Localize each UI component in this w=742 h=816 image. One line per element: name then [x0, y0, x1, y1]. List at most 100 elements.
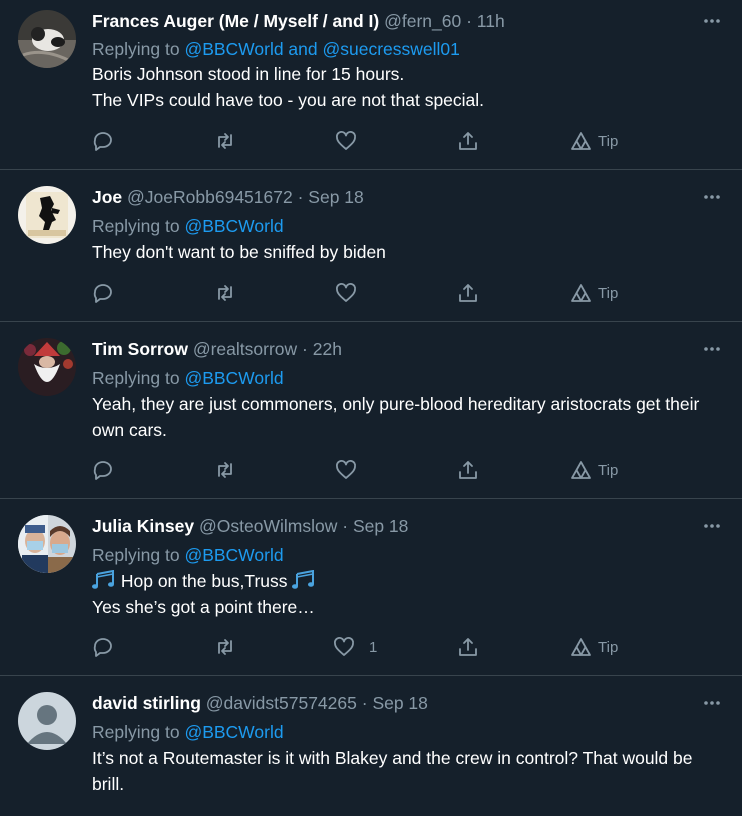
avatar-image: [18, 515, 76, 573]
avatar[interactable]: [18, 338, 76, 396]
display-name[interactable]: Frances Auger (Me / Myself / and I): [92, 11, 379, 31]
avatar[interactable]: [18, 692, 76, 750]
avatar[interactable]: [18, 10, 76, 68]
more-icon[interactable]: [702, 693, 722, 713]
timestamp[interactable]: 11h: [477, 11, 505, 31]
avatar-image: [18, 10, 76, 68]
share-button[interactable]: [457, 282, 479, 304]
mention-link[interactable]: @BBCWorld: [184, 545, 283, 565]
display-name[interactable]: Tim Sorrow: [92, 339, 188, 359]
share-button[interactable]: [457, 130, 479, 152]
tip-button[interactable]: Tip: [570, 636, 618, 658]
handle[interactable]: @JoeRobb69451672: [127, 187, 293, 207]
tip-label: Tip: [598, 284, 619, 302]
musical-notes-icon: [92, 570, 114, 589]
reply-icon: [93, 132, 112, 151]
action-bar: Tip: [92, 130, 652, 152]
tweet-header: Julia Kinsey @OsteoWilmslow · Sep 18: [92, 515, 408, 537]
reply-button[interactable]: [92, 636, 114, 658]
like-button[interactable]: [335, 459, 371, 481]
share-icon: [459, 132, 477, 150]
more-icon[interactable]: [702, 516, 722, 536]
tweet-text-line: Yes she’s got a point there…: [92, 596, 315, 617]
action-bar: 1 Tip: [92, 636, 652, 658]
avatar[interactable]: [18, 186, 76, 244]
separator: ·: [342, 516, 349, 536]
mention-link[interactable]: @BBCWorld: [184, 722, 283, 742]
action-bar: Tip: [92, 459, 652, 481]
share-button[interactable]: [457, 459, 479, 481]
like-icon: [334, 637, 354, 656]
retweet-icon: [218, 133, 232, 149]
tweet[interactable]: Tim Sorrow @realtsorrow · 22h Replying t…: [0, 322, 742, 499]
tweet-header: Tim Sorrow @realtsorrow · 22h: [92, 338, 342, 360]
replying-prefix: Replying to: [92, 545, 180, 565]
replying-prefix: Replying to: [92, 368, 180, 388]
reply-button[interactable]: [92, 282, 114, 304]
tweet-text: They don't want to be sniffed by biden: [92, 240, 722, 266]
retweet-icon: [218, 462, 232, 478]
tweet[interactable]: Julia Kinsey @OsteoWilmslow · Sep 18 Rep…: [0, 499, 742, 676]
retweet-button[interactable]: [214, 282, 236, 304]
timestamp[interactable]: Sep 18: [308, 187, 363, 207]
more-icon[interactable]: [702, 187, 722, 207]
tweet-header: Joe @JoeRobb69451672 · Sep 18: [92, 186, 364, 208]
tip-icon: [571, 638, 591, 656]
mention-link[interactable]: @BBCWorld: [184, 368, 283, 388]
separator: ·: [361, 693, 368, 713]
reply-icon: [93, 461, 112, 480]
mention-link[interactable]: @BBCWorld: [184, 216, 283, 236]
avatar[interactable]: [18, 515, 76, 573]
tip-icon: [571, 132, 591, 150]
retweet-button[interactable]: [214, 636, 236, 658]
tweet-text-line: Boris Johnson stood in line for 15 hours…: [92, 64, 405, 84]
tip-button[interactable]: Tip: [570, 459, 618, 481]
separator: ·: [297, 187, 304, 207]
replying-to: Replying to @BBCWorld and @suecresswell0…: [92, 38, 460, 60]
display-name[interactable]: Julia Kinsey: [92, 516, 194, 536]
like-button[interactable]: [335, 130, 371, 152]
reply-icon: [93, 638, 112, 657]
replying-prefix: Replying to: [92, 39, 180, 59]
tip-label: Tip: [598, 132, 619, 150]
share-button[interactable]: [457, 636, 479, 658]
separator: ·: [302, 339, 308, 359]
handle[interactable]: @realtsorrow: [193, 339, 297, 359]
retweet-button[interactable]: [214, 459, 236, 481]
tweet[interactable]: Frances Auger (Me / Myself / and I) @fer…: [0, 0, 742, 170]
timestamp[interactable]: 22h: [313, 339, 342, 359]
timestamp[interactable]: Sep 18: [372, 693, 427, 713]
tweet[interactable]: Joe @JoeRobb69451672 · Sep 18 Replying t…: [0, 170, 742, 322]
more-icon[interactable]: [702, 339, 722, 359]
share-icon: [459, 638, 477, 656]
reply-button[interactable]: [92, 130, 114, 152]
retweet-button[interactable]: [214, 130, 236, 152]
reply-feed: Frances Auger (Me / Myself / and I) @fer…: [0, 0, 742, 799]
like-count: 1: [369, 638, 378, 656]
retweet-icon: [218, 285, 232, 301]
separator: ·: [466, 11, 472, 31]
display-name[interactable]: david stirling: [92, 693, 201, 713]
display-name[interactable]: Joe: [92, 187, 122, 207]
tweet[interactable]: david stirling @davidst57574265 · Sep 18…: [0, 676, 742, 816]
replying-to: Replying to @BBCWorld: [92, 367, 284, 389]
tip-button[interactable]: Tip: [570, 282, 618, 304]
share-icon: [459, 284, 477, 302]
tip-label: Tip: [598, 638, 619, 656]
like-button[interactable]: [335, 282, 371, 304]
like-icon: [336, 283, 356, 302]
reply-button[interactable]: [92, 459, 114, 481]
like-icon: [336, 460, 356, 479]
handle[interactable]: @davidst57574265: [206, 693, 357, 713]
replying-to: Replying to @BBCWorld: [92, 544, 284, 566]
tweet-text-segment: Hop on the bus,Truss: [116, 571, 293, 591]
tip-button[interactable]: Tip: [570, 130, 618, 152]
like-button[interactable]: 1: [333, 636, 377, 658]
more-icon[interactable]: [702, 11, 722, 31]
replying-prefix: Replying to: [92, 722, 180, 742]
handle[interactable]: @fern_60: [384, 11, 461, 31]
mention-link[interactable]: @BBCWorld and @suecresswell01: [184, 39, 459, 59]
tip-icon: [571, 284, 591, 302]
timestamp[interactable]: Sep 18: [353, 516, 408, 536]
handle[interactable]: @OsteoWilmslow: [199, 516, 337, 536]
